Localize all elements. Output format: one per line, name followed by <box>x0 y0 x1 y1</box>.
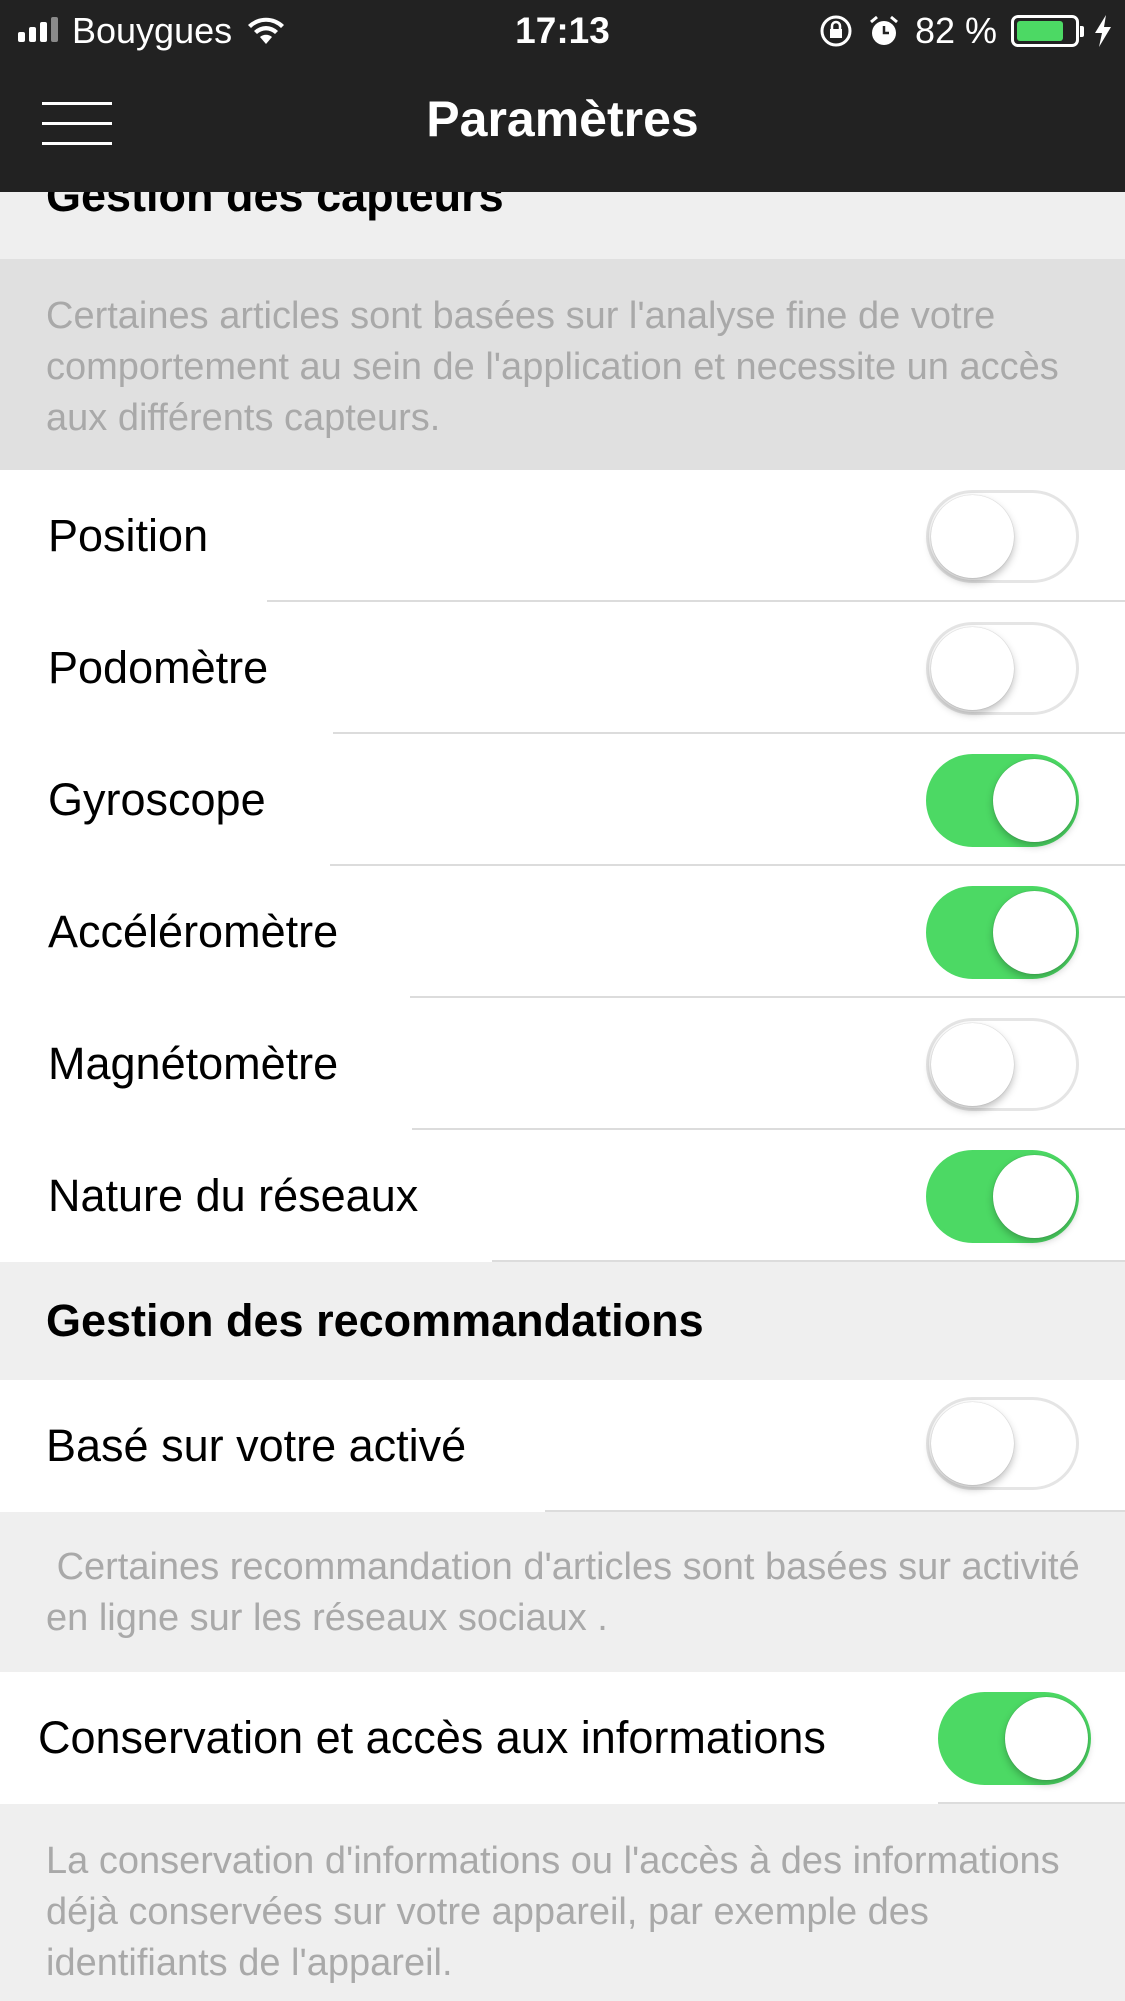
section-title-recommandations: Gestion des recommandations <box>46 1295 704 1346</box>
orientation-lock-icon <box>820 15 852 47</box>
sensor-row-gyroscope: Gyroscope <box>0 734 1125 866</box>
battery-icon <box>1011 15 1084 47</box>
section-header-recommandations: Gestion des recommandations <box>0 1262 1125 1380</box>
battery-level <box>1017 21 1063 41</box>
alarm-icon <box>869 15 898 45</box>
sensor-label: Magnétomètre <box>48 1038 339 1089</box>
recommandation-description: Certaines recommandation d'articles sont… <box>0 1512 1125 1672</box>
recommandation-label: Basé sur votre activé <box>46 1420 467 1471</box>
nature-reseaux-toggle[interactable] <box>926 1150 1079 1243</box>
recommandation-label: Conservation et accès aux informations <box>38 1712 826 1763</box>
section-header-capteurs: Gestion des capteurs <box>0 192 1125 259</box>
sensor-row-magnetometre: Magnétomètre <box>0 998 1125 1130</box>
sensor-label: Gyroscope <box>48 774 266 825</box>
conservation-description: La conservation d'informations ou l'accè… <box>0 1804 1125 2001</box>
section-title-capteurs: Gestion des capteurs <box>46 192 504 221</box>
page-title: Paramètres <box>426 91 699 147</box>
recommandation-row-activite: Basé sur votre activé <box>0 1380 1125 1512</box>
sensor-label: Accéléromètre <box>48 906 339 957</box>
gyroscope-toggle[interactable] <box>926 754 1079 847</box>
status-bar: Bouygues 17:13 82 % <box>0 0 1125 62</box>
activite-toggle[interactable] <box>926 1397 1079 1490</box>
charging-bolt-icon <box>1095 15 1111 47</box>
sensor-row-nature-reseaux: Nature du réseaux <box>0 1130 1125 1262</box>
sensor-row-podometre: Podomètre <box>0 602 1125 734</box>
sensor-label: Nature du réseaux <box>48 1170 419 1221</box>
sensor-label: Podomètre <box>48 642 269 693</box>
sensor-row-position: Position <box>0 470 1125 602</box>
accelerometre-toggle[interactable] <box>926 886 1079 979</box>
magnetometre-toggle[interactable] <box>926 1018 1079 1111</box>
sensor-label: Position <box>48 510 209 561</box>
conservation-toggle[interactable] <box>938 1692 1091 1785</box>
capteurs-description: Certaines articles sont basées sur l'ana… <box>0 259 1125 470</box>
sensor-row-accelerometre: Accéléromètre <box>0 866 1125 998</box>
navigation-bar: Paramètres <box>0 62 1125 192</box>
podometre-toggle[interactable] <box>926 622 1079 715</box>
recommandation-row-conservation: Conservation et accès aux informations <box>0 1672 1125 1804</box>
battery-percentage: 82 % <box>914 10 997 51</box>
position-toggle[interactable] <box>926 490 1079 583</box>
